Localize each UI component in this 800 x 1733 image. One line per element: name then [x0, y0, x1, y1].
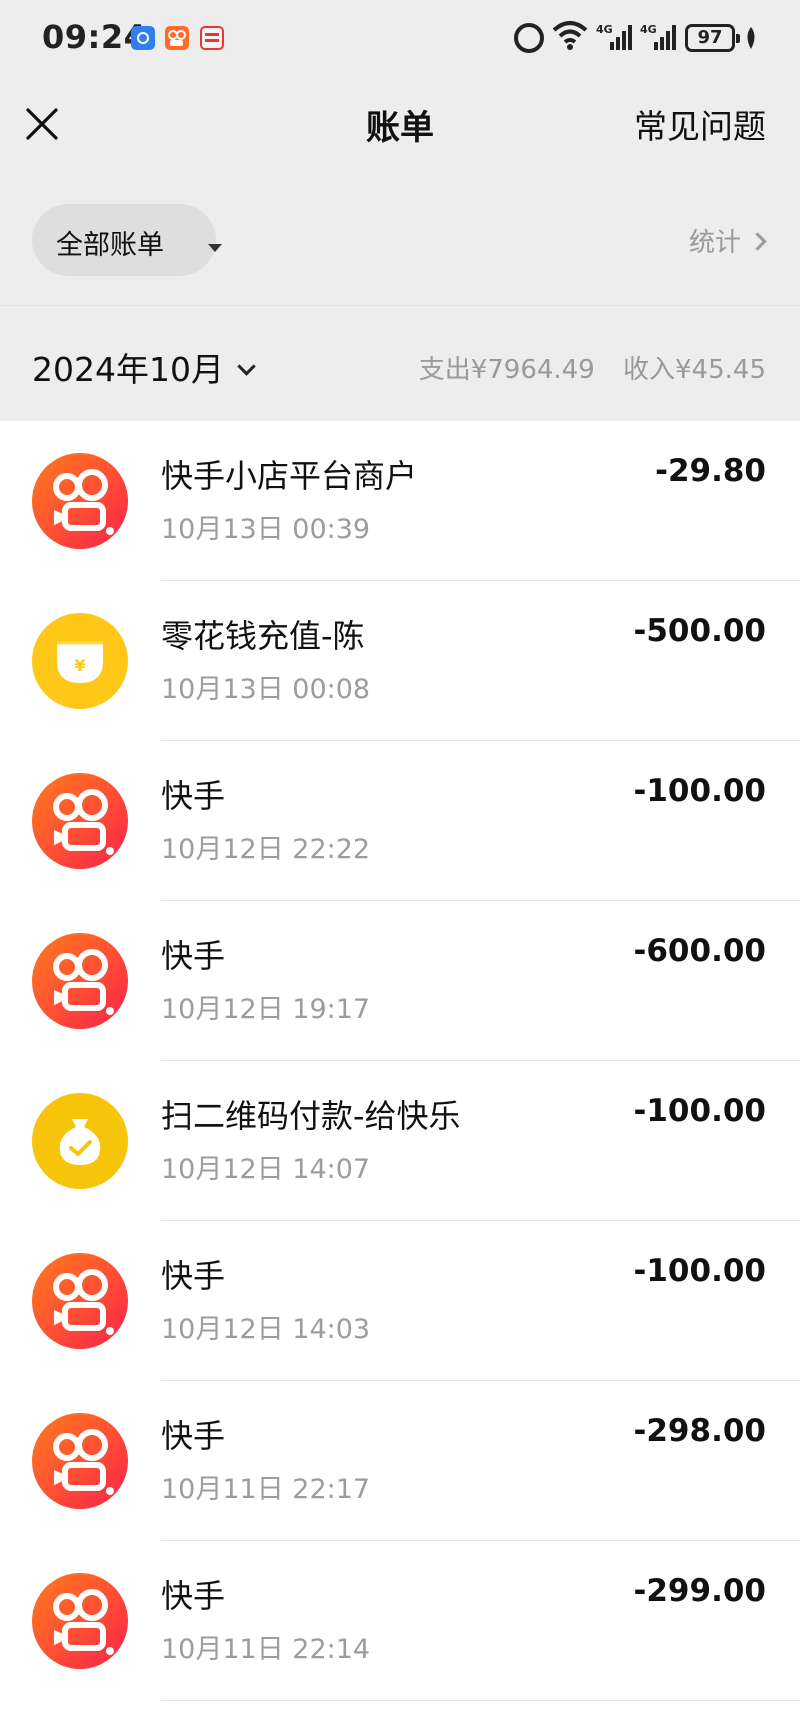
- kuaishou-icon: [32, 1573, 128, 1669]
- leaf-icon: [747, 27, 755, 49]
- transaction-row[interactable]: ¥ 零花钱充值-陈 10月13日 00:08 -500.00: [0, 581, 800, 741]
- nav-bar: 账单 常见问题: [0, 80, 800, 176]
- month-selector[interactable]: 2024年10月: [32, 343, 256, 391]
- merchant-name: 零花钱充值-陈: [161, 617, 365, 655]
- merchant-name: 快手小店平台商户: [161, 457, 418, 495]
- transaction-amount: -100.00: [633, 1093, 767, 1129]
- merchant-name: 快手: [161, 1417, 226, 1455]
- battery-icon: 97: [685, 24, 740, 52]
- expense-total: 支出¥7964.49: [418, 355, 595, 385]
- divider: [161, 1700, 800, 1701]
- transaction-time: 10月13日 00:08: [161, 674, 371, 705]
- chevron-down-icon: [237, 357, 256, 376]
- transaction-time: 10月11日 22:14: [161, 1634, 371, 1665]
- svg-text:4G: 4G: [640, 23, 657, 36]
- svg-text:¥: ¥: [74, 656, 85, 675]
- caret-down-icon: [208, 244, 222, 252]
- bill-type-dropdown[interactable]: 全部账单: [32, 204, 222, 276]
- kuaishou-icon: [32, 1253, 128, 1349]
- transaction-row[interactable]: 扫二维码付款-给快乐 10月12日 14:07 -100.00: [0, 1061, 800, 1221]
- filter-row: 全部账单 统计: [0, 176, 800, 306]
- toutiao-app-icon: [200, 26, 224, 50]
- faq-link[interactable]: 常见问题: [634, 100, 766, 148]
- signal-4g-icon: 4G: [640, 23, 676, 50]
- transaction-list: 快手小店平台商户 10月13日 00:39 -29.80 ¥ 零花钱充值-陈 1…: [0, 421, 800, 1733]
- merchant-name: 快手: [161, 777, 226, 815]
- transaction-amount: -29.80: [655, 453, 766, 489]
- transaction-amount: -100.00: [633, 773, 767, 809]
- transaction-row[interactable]: 快手 10月12日 14:03 -100.00: [0, 1221, 800, 1381]
- kuaishou-app-icon: [165, 26, 189, 50]
- stats-link[interactable]: 统计: [688, 222, 767, 259]
- transaction-row[interactable]: 快手小店平台商户 10月13日 00:39 -29.80: [0, 421, 800, 581]
- kuaishou-icon: [32, 933, 128, 1029]
- status-bar: 09:24 4G 4G 97: [0, 0, 800, 80]
- merchant-name: 快手: [161, 1577, 226, 1615]
- transaction-amount: -500.00: [633, 613, 767, 649]
- transaction-amount: -298.00: [633, 1413, 767, 1449]
- transaction-row[interactable]: 快手 10月12日 22:22 -100.00: [0, 741, 800, 901]
- coin-pocket-icon: ¥: [32, 613, 128, 709]
- wifi-icon: [552, 21, 588, 50]
- merchant-name: 快手: [161, 1257, 226, 1295]
- transaction-row[interactable]: 快手 10月11日 22:14 -299.00: [0, 1541, 800, 1701]
- income-total: 收入¥45.45: [623, 355, 766, 385]
- signal-4g-icon: 4G: [596, 23, 632, 50]
- merchant-name: 快手: [161, 937, 226, 975]
- transaction-row[interactable]: 快手 10月12日 19:17 -600.00: [0, 901, 800, 1061]
- transaction-time: 10月12日 22:22: [161, 834, 371, 865]
- alarm-icon: [514, 23, 544, 53]
- kuaishou-icon: [32, 773, 128, 869]
- svg-text:4G: 4G: [596, 23, 613, 36]
- transaction-time: 10月12日 14:07: [161, 1154, 371, 1185]
- month-label: 2024年10月: [32, 350, 224, 389]
- money-bag-icon: [32, 1093, 128, 1189]
- status-icons: 4G 4G 97: [500, 16, 800, 60]
- clock-app-icon: [131, 26, 155, 50]
- merchant-name: 扫二维码付款-给快乐: [161, 1097, 461, 1135]
- transaction-time: 10月11日 22:17: [161, 1474, 371, 1505]
- transaction-time: 10月12日 19:17: [161, 994, 371, 1025]
- month-header: 2024年10月 支出¥7964.49 收入¥45.45: [0, 307, 800, 421]
- transaction-row[interactable]: 快手 10月11日 22:17 -298.00: [0, 1381, 800, 1541]
- kuaishou-icon: [32, 453, 128, 549]
- bill-type-label: 全部账单: [56, 230, 164, 261]
- transaction-amount: -299.00: [633, 1573, 767, 1609]
- transaction-amount: -600.00: [633, 933, 767, 969]
- month-summary: 支出¥7964.49 收入¥45.45: [419, 349, 766, 386]
- transaction-amount: -100.00: [633, 1253, 767, 1289]
- chevron-right-icon: [748, 232, 767, 251]
- stats-label: 统计: [688, 228, 741, 258]
- transaction-time: 10月13日 00:39: [161, 514, 371, 545]
- kuaishou-icon: [32, 1413, 128, 1509]
- transaction-time: 10月12日 14:03: [161, 1314, 371, 1345]
